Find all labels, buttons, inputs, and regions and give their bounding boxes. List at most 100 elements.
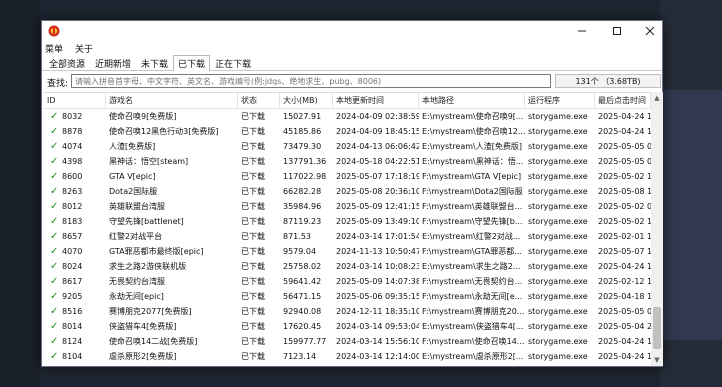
- checkmark-icon: ✓: [50, 141, 59, 152]
- cell-game-id: ✓ 8012: [44, 201, 106, 212]
- cell-id-text: 8104: [62, 352, 83, 361]
- table-row[interactable]: ✓ 8014 侠盗猎车4[免费版] 已下载 17620.45 2024-03-14 09:…: [44, 319, 651, 334]
- cell-game-name: 无畏契约台湾服: [109, 277, 165, 286]
- table-row[interactable]: ✓ 4398 黑神话：悟空[steam] 已下载 137791.36 2024-05-18…: [44, 154, 651, 169]
- tab-strip: 全部资源 近期新增 未下载 已下载 正在下载: [42, 55, 662, 71]
- cell-local-path: F:\mystream\无畏契约台...: [422, 277, 523, 286]
- cell-game-name: Dota2国际服: [109, 187, 158, 196]
- checkmark-icon: ✓: [50, 336, 59, 347]
- menu-item-menu[interactable]: 菜单: [45, 42, 63, 55]
- cell-game-name: 红警2对战平台: [109, 232, 163, 241]
- checkmark-icon: ✓: [50, 126, 59, 137]
- menu-item-about[interactable]: 关于: [75, 42, 93, 55]
- close-button[interactable]: [635, 21, 665, 41]
- close-icon: [645, 26, 655, 36]
- column-header-status[interactable]: 状态: [238, 93, 280, 109]
- maximize-button[interactable]: [602, 21, 632, 41]
- column-header-name[interactable]: 游戏名: [106, 93, 238, 109]
- cell-update-time: 2024-03-14 10:08:23: [336, 262, 419, 271]
- search-input[interactable]: [71, 74, 551, 88]
- table-row[interactable]: ✓ 8600 GTA V[epic] 已下载 117022.98 2025-05-07 1…: [44, 169, 651, 184]
- table-row[interactable]: ✓ 4070 GTA罪恶都市最终版[epic] 已下载 9579.04 2024-11-1…: [44, 244, 651, 259]
- cell-download-status: 已下载: [241, 232, 265, 241]
- cell-update-time: 2024-04-09 02:38:59: [336, 112, 419, 121]
- cell-game-name: 求生之路2游侠联机版: [109, 262, 187, 271]
- table-row[interactable]: ✓ 8516 赛博朋克2077[免费版] 已下载 92940.08 2024-12-11 …: [44, 304, 651, 319]
- cell-download-status: 已下载: [241, 247, 265, 256]
- app-window: 菜单 关于 全部资源 近期新增 未下载 已下载 正在下载 查找: 131个 （3…: [41, 20, 663, 367]
- column-header-executable[interactable]: 运行程序: [525, 93, 595, 109]
- cell-game-name: 使命召唤14二战[免费版]: [109, 337, 198, 346]
- tab-not-downloaded[interactable]: 未下载: [136, 56, 173, 70]
- cell-game-size: 137791.36: [283, 157, 327, 166]
- cell-local-path: F:\mystream\守望先锋[b...: [422, 217, 523, 226]
- scroll-up-icon[interactable]: ▲: [651, 92, 663, 104]
- cell-last-click-time: 2025-05-02 14: [598, 217, 651, 226]
- table-row[interactable]: ✓ 9205 永劫无间[epic] 已下载 56471.15 2025-05-06 09:…: [44, 289, 651, 304]
- cell-game-name: 使命召唤9[免费版]: [109, 112, 177, 121]
- cell-executable: storygame.exe: [528, 217, 588, 226]
- result-count-display: 131个 （3.68TB): [555, 74, 661, 88]
- cell-game-name: 侠盗猎车4[免费版]: [109, 322, 177, 331]
- cell-local-path: F:\mystream\GTA罪恶都...: [422, 247, 522, 256]
- cell-update-time: 2025-05-07 17:18:19: [336, 172, 419, 181]
- table-row[interactable]: ✓ 8878 使命召唤12黑色行动3[免费版] 已下载 45185.86 2024-04-…: [44, 124, 651, 139]
- cell-local-path: E:\mystream\侠盗猎车4[...: [422, 322, 524, 331]
- cell-game-id: ✓ 4398: [44, 156, 106, 167]
- cell-last-click-time: 2025-05-02 12: [598, 172, 651, 181]
- cell-executable: storygame.exe: [528, 322, 588, 331]
- cell-game-size: 25758.02: [283, 262, 322, 271]
- minimize-button[interactable]: [567, 21, 597, 41]
- cell-update-time: 2024-04-13 06:06:42: [336, 142, 419, 151]
- table-row[interactable]: ✓ 8617 无畏契约台湾服 已下载 59641.42 2025-05-09 14:07:…: [44, 274, 651, 289]
- minimize-icon: [578, 30, 586, 32]
- cell-game-id: ✓ 8024: [44, 261, 106, 272]
- table-row[interactable]: ✓ 8657 红警2对战平台 已下载 871.53 2024-03-14 17:01:54…: [44, 229, 651, 244]
- table-row[interactable]: ✓ 8183 守望先锋[battlenet] 已下载 87119.23 2025-05-0…: [44, 214, 651, 229]
- table-row[interactable]: ✓ 8263 Dota2国际服 已下载 66282.28 2025-05-08 20:36…: [44, 184, 651, 199]
- column-header-id[interactable]: ID: [44, 93, 106, 109]
- cell-local-path: F:\mystream\英雄联盟台...: [422, 202, 523, 211]
- column-header-local-path[interactable]: 本地路径: [419, 93, 525, 109]
- column-header-update-time[interactable]: 本地更新时间: [333, 93, 419, 109]
- cell-last-click-time: 2025-05-08 18: [598, 187, 651, 196]
- cell-id-text: 4398: [62, 157, 83, 166]
- cell-id-text: 8617: [62, 277, 83, 286]
- desktop-background-accent: [662, 90, 722, 340]
- cell-executable: storygame.exe: [528, 127, 588, 136]
- cell-executable: storygame.exe: [528, 352, 588, 361]
- cell-download-status: 已下载: [241, 217, 265, 226]
- table-row[interactable]: ✓ 8024 求生之路2游侠联机版 已下载 25758.02 2024-03-14 10:…: [44, 259, 651, 274]
- cell-executable: storygame.exe: [528, 157, 588, 166]
- cell-game-id: ✓ 8183: [44, 216, 106, 227]
- table-row[interactable]: ✓ 4074 人渣[免费版] 已下载 73479.30 2024-04-13 06:06:…: [44, 139, 651, 154]
- tab-downloading[interactable]: 正在下载: [210, 56, 256, 70]
- column-header-last-click[interactable]: 最后点击时间: [595, 93, 651, 109]
- tab-all-resources[interactable]: 全部资源: [44, 56, 90, 70]
- cell-game-size: 17620.45: [283, 322, 322, 331]
- cell-game-name: 永劫无间[epic]: [109, 292, 164, 301]
- table-row[interactable]: ✓ 8104 虐杀原形2[免费版] 已下载 7123.14 2024-03-14 12:1…: [44, 349, 651, 364]
- scrollbar-thumb[interactable]: [653, 307, 661, 349]
- column-header-size[interactable]: 大小(MB): [280, 93, 333, 109]
- cell-download-status: 已下载: [241, 262, 265, 271]
- vertical-scrollbar[interactable]: ▲ ▼: [651, 92, 663, 366]
- table-row[interactable]: ✓ 8032 使命召唤9[免费版] 已下载 15027.91 2024-04-09 02:…: [44, 109, 651, 124]
- tab-recently-added[interactable]: 近期新增: [90, 56, 136, 70]
- checkmark-icon: ✓: [50, 321, 59, 332]
- checkmark-icon: ✓: [50, 351, 59, 362]
- cell-last-click-time: 2025-05-07 19: [598, 247, 651, 256]
- cell-executable: storygame.exe: [528, 307, 588, 316]
- tab-downloaded[interactable]: 已下载: [173, 55, 211, 71]
- title-bar: [42, 21, 662, 41]
- cell-local-path: F:\mystream\GTA V[epic]: [422, 172, 522, 181]
- table-row[interactable]: ✓ 8012 英雄联盟台湾服 已下载 35984.96 2025-05-09 12:41:…: [44, 199, 651, 214]
- cell-local-path: E:\mystream\使命召唤9[...: [422, 112, 524, 121]
- checkmark-icon: ✓: [50, 111, 59, 122]
- cell-game-id: ✓ 8014: [44, 321, 106, 332]
- scroll-down-icon[interactable]: ▼: [651, 354, 663, 366]
- cell-local-path: E:\mystream\红警2对战...: [422, 232, 521, 241]
- cell-game-id: ✓ 8032: [44, 111, 106, 122]
- table-row[interactable]: ✓ 8124 使命召唤14二战[免费版] 已下载 159977.77 2024-03-14…: [44, 334, 651, 349]
- cell-last-click-time: 2025-04-18 12: [598, 292, 651, 301]
